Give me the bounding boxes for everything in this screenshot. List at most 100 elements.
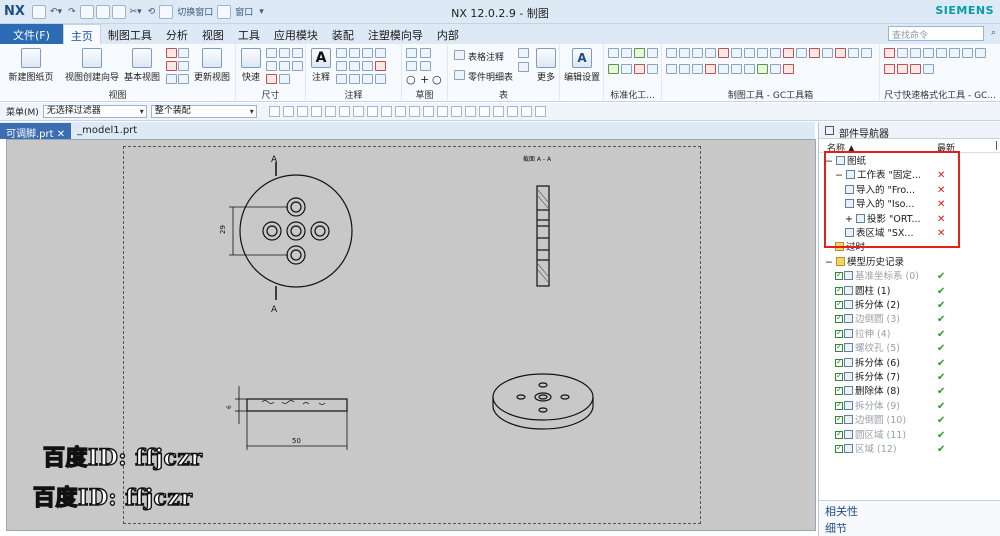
std-tool-6-icon[interactable] <box>621 64 632 74</box>
ordinate-dimension-icon[interactable] <box>266 74 277 84</box>
navigator-tree-row[interactable]: 拉伸 (4) ✔ <box>819 326 1000 342</box>
gc-tool-5-icon[interactable] <box>718 48 729 58</box>
snap-tool-7-icon[interactable] <box>352 106 364 117</box>
gc-tool-6-icon[interactable] <box>731 48 742 58</box>
paste-icon[interactable] <box>111 4 126 19</box>
snap-tool-6-icon[interactable] <box>338 106 350 117</box>
snap-tool-18-icon[interactable] <box>506 106 518 117</box>
gc-tool-8-icon[interactable] <box>757 48 768 58</box>
surface-finish-icon[interactable] <box>336 61 347 71</box>
image-icon[interactable] <box>349 74 360 84</box>
tab-file[interactable]: 文件(F) <box>0 24 63 44</box>
gc-tool-19-icon[interactable] <box>692 64 703 74</box>
switch-window-button[interactable]: 切换窗口 <box>175 5 215 18</box>
note-button[interactable]: A 注释 <box>309 48 333 83</box>
isometric-view[interactable] <box>492 373 594 430</box>
symbol-icon[interactable] <box>362 74 373 84</box>
checkbox-icon[interactable] <box>835 340 843 354</box>
new-sheet-button[interactable]: 新建图纸页 <box>6 48 56 83</box>
details-panel-toggle[interactable]: 细节 <box>819 518 1000 535</box>
target-point-icon[interactable] <box>362 61 373 71</box>
break-view-icon[interactable] <box>178 61 189 71</box>
snap-tool-3-icon[interactable] <box>296 106 308 117</box>
parts-list-button[interactable]: 零件明细表 <box>468 70 513 83</box>
view-creation-wizard-button[interactable]: 视图创建向导 <box>64 48 120 83</box>
undo-icon[interactable]: ↶▾ <box>48 7 64 17</box>
gc-tool-22-icon[interactable] <box>731 64 742 74</box>
snap-tool-4-icon[interactable] <box>310 106 322 117</box>
tab-drafting-tools[interactable]: 制图工具 <box>101 24 159 44</box>
switch-window-icon[interactable] <box>159 4 174 19</box>
navigator-tree-row[interactable]: 圆柱 (1) ✔ <box>819 283 1000 299</box>
navigator-tree-row[interactable]: 边倒圆 (10) ✔ <box>819 412 1000 428</box>
save-icon[interactable] <box>32 4 46 19</box>
gc-tool-9-icon[interactable] <box>770 48 781 58</box>
qdf-tool-4-icon[interactable] <box>923 48 934 58</box>
gc-tool-26-icon[interactable] <box>783 64 794 74</box>
std-tool-7-icon[interactable] <box>634 64 645 74</box>
feature-control-frame-icon[interactable] <box>336 48 347 58</box>
doc-tab-model1[interactable]: _model1.prt <box>71 123 143 139</box>
navigator-tree-row[interactable]: 拆分体 (9) ✔ <box>819 398 1000 414</box>
angular-dimension-icon[interactable] <box>292 48 303 58</box>
snap-tool-14-icon[interactable] <box>450 106 462 117</box>
section-view-icon[interactable] <box>166 61 177 71</box>
navigator-tree-row[interactable]: 拆分体 (2) ✔ <box>819 297 1000 313</box>
snap-tool-12-icon[interactable] <box>422 106 434 117</box>
checkbox-icon[interactable] <box>835 297 843 311</box>
tab-internal[interactable]: 内部 <box>430 24 466 44</box>
sketch-ellipse-icon[interactable]: ○ <box>432 73 442 86</box>
checkbox-icon[interactable] <box>835 283 843 297</box>
navigator-tree-row[interactable]: 拆分体 (6) ✔ <box>819 355 1000 371</box>
customize-dropdown-icon[interactable]: ▾ <box>257 7 266 17</box>
gc-tool-10-icon[interactable] <box>783 48 794 58</box>
sketch-circle-icon[interactable]: ○ <box>406 73 416 86</box>
snap-tool-2-icon[interactable] <box>282 106 294 117</box>
auto-balloon-icon[interactable] <box>518 48 529 58</box>
snap-tool-17-icon[interactable] <box>492 106 504 117</box>
gc-tool-21-icon[interactable] <box>718 64 729 74</box>
gc-tool-3-icon[interactable] <box>692 48 703 58</box>
chamfer-dimension-icon[interactable] <box>266 61 277 71</box>
checkbox-icon[interactable] <box>835 427 843 441</box>
gc-tool-11-icon[interactable] <box>796 48 807 58</box>
sketch-line-icon[interactable] <box>406 61 417 71</box>
drawing-canvas[interactable]: A A 29 截面 A - A 6 50 百度ID: ffjczr 百度ID: … <box>6 139 816 531</box>
detail-view-icon[interactable] <box>178 48 189 58</box>
checkbox-icon[interactable] <box>835 355 843 369</box>
navigator-tree-row[interactable]: 删除体 (8) ✔ <box>819 383 1000 399</box>
arc-length-dimension-icon[interactable] <box>292 61 303 71</box>
gc-tool-25-icon[interactable] <box>770 64 781 74</box>
snap-tool-11-icon[interactable] <box>408 106 420 117</box>
doc-tab-adjustable-foot[interactable]: 可调脚.prt ✕ <box>0 123 72 140</box>
navigator-tree-row[interactable]: − 模型历史记录 <box>819 256 1000 270</box>
sketch-point-icon[interactable]: + <box>420 73 429 86</box>
gc-tool-1-icon[interactable] <box>666 48 677 58</box>
checkbox-icon[interactable] <box>835 326 843 340</box>
weld-symbol-icon[interactable] <box>349 61 360 71</box>
front-view[interactable] <box>229 162 353 300</box>
dim-vertical-value[interactable]: 29 <box>219 225 227 234</box>
qdf-tool-10-icon[interactable] <box>897 64 908 74</box>
gc-tool-14-icon[interactable] <box>835 48 846 58</box>
tab-assemblies[interactable]: 装配 <box>325 24 361 44</box>
qdf-tool-12-icon[interactable] <box>923 64 934 74</box>
view-in-view-icon[interactable] <box>166 74 177 84</box>
repeat-command-icon[interactable]: ✂▾ <box>128 7 144 17</box>
gc-tool-7-icon[interactable] <box>744 48 755 58</box>
qdf-tool-8-icon[interactable] <box>975 48 986 58</box>
base-view-button[interactable]: 基本视图 <box>122 48 162 83</box>
dim-width-value[interactable]: 50 <box>292 437 301 445</box>
gc-tool-2-icon[interactable] <box>679 48 690 58</box>
navigator-tree-row[interactable]: 圆区域 (11) ✔ <box>819 427 1000 443</box>
gc-tool-15-icon[interactable] <box>848 48 859 58</box>
parts-list-icon[interactable] <box>454 70 465 80</box>
cut-icon[interactable] <box>79 4 94 19</box>
tab-view[interactable]: 视图 <box>195 24 231 44</box>
tab-tools[interactable]: 工具 <box>231 24 267 44</box>
checkbox-icon[interactable] <box>835 383 843 397</box>
gc-tool-17-icon[interactable] <box>666 64 677 74</box>
command-search-input[interactable]: 查找命令 <box>888 26 984 41</box>
checkbox-icon[interactable] <box>835 398 843 412</box>
gc-tool-12-icon[interactable] <box>809 48 820 58</box>
